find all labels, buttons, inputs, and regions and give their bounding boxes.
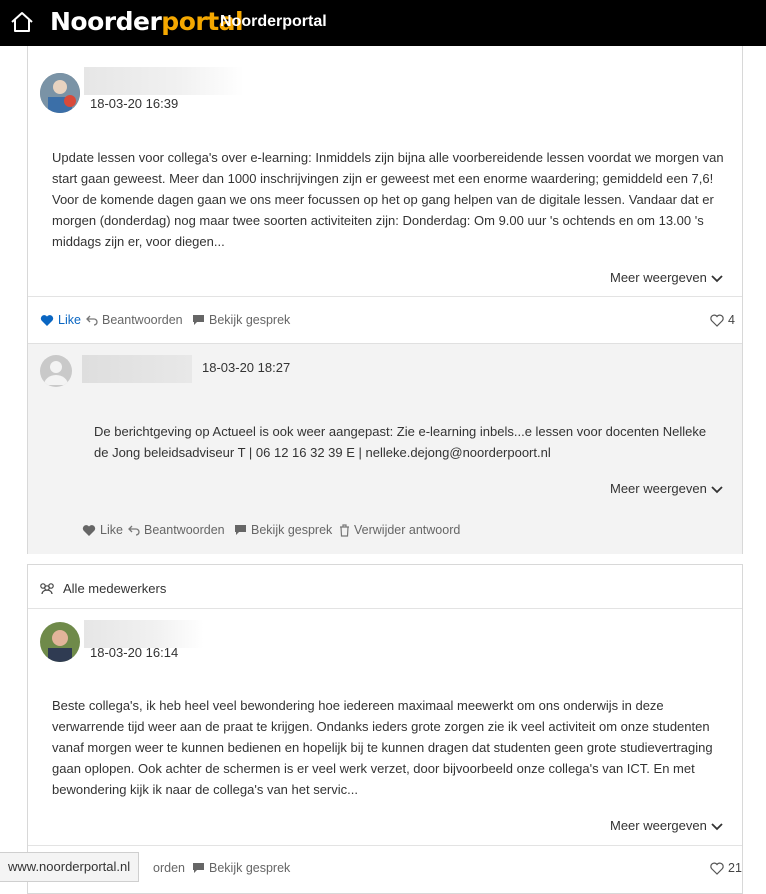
avatar[interactable]: [40, 622, 80, 662]
group-icon: [40, 583, 54, 595]
speech-bubble-icon: [193, 315, 204, 325]
heart-icon: [82, 524, 96, 536]
trash-icon: [340, 523, 349, 537]
heart-icon: [40, 314, 54, 326]
home-icon[interactable]: [10, 11, 34, 33]
divider: [28, 608, 742, 609]
reply-timestamp[interactable]: 18-03-20 18:27: [202, 360, 290, 375]
author-name-redacted[interactable]: [84, 620, 204, 648]
reply-button[interactable]: orden: [153, 861, 185, 875]
reply-item: 18-03-20 18:27 De berichtgeving op Actue…: [28, 343, 742, 554]
heart-outline-icon: [710, 862, 724, 875]
speech-bubble-icon: [193, 863, 204, 873]
logo[interactable]: Noorderportal: [50, 7, 244, 36]
top-bar: Noorderportal Noorderportal: [0, 0, 766, 46]
avatar[interactable]: [40, 73, 80, 113]
view-conversation-button[interactable]: Bekijk gesprek: [192, 861, 290, 875]
speech-bubble-icon: [235, 525, 246, 535]
author-name-redacted[interactable]: [84, 67, 244, 95]
view-conversation-button[interactable]: Bekijk gesprek: [234, 523, 332, 537]
avatar-placeholder[interactable]: [40, 355, 72, 387]
reply-icon: [86, 315, 98, 326]
reply-button[interactable]: Beantwoorden: [86, 313, 183, 327]
heart-outline-icon: [710, 314, 724, 327]
show-more-button[interactable]: Meer weergeven: [610, 481, 723, 496]
like-count[interactable]: 4: [710, 313, 735, 327]
reply-body: De berichtgeving op Actueel is ook weer …: [94, 424, 707, 460]
like-count[interactable]: 21: [710, 861, 742, 875]
post-body: Update lessen voor collega's over e-lear…: [52, 150, 724, 249]
reply-icon: [128, 525, 140, 536]
app-title: Noorderportal: [220, 13, 327, 30]
post-timestamp[interactable]: 18-03-20 16:14: [90, 645, 178, 660]
author-name-redacted[interactable]: [82, 355, 192, 383]
chevron-down-icon: [711, 274, 723, 282]
like-button[interactable]: Like: [40, 313, 81, 327]
group-label[interactable]: Alle medewerkers: [39, 581, 166, 596]
show-more-button[interactable]: Meer weergeven: [610, 270, 723, 285]
post-timestamp[interactable]: 18-03-20 16:39: [90, 96, 178, 111]
view-conversation-button[interactable]: Bekijk gesprek: [192, 313, 290, 327]
reply-button[interactable]: Beantwoorden: [128, 523, 225, 537]
chevron-down-icon: [711, 822, 723, 830]
post-card: Alle medewerkers 18-03-20 16:14 Beste co…: [27, 564, 743, 894]
divider: [28, 296, 742, 297]
chevron-down-icon: [711, 485, 723, 493]
show-more-button[interactable]: Meer weergeven: [610, 818, 723, 833]
like-button[interactable]: Like: [82, 523, 123, 537]
post-body: Beste collega's, ik heb heel veel bewond…: [52, 698, 713, 797]
delete-reply-button[interactable]: Verwijder antwoord: [339, 523, 460, 537]
status-bar-url: www.noorderportal.nl: [0, 852, 140, 882]
post-card: 18-03-20 16:39 Update lessen voor colleg…: [27, 46, 743, 554]
divider: [28, 845, 742, 846]
